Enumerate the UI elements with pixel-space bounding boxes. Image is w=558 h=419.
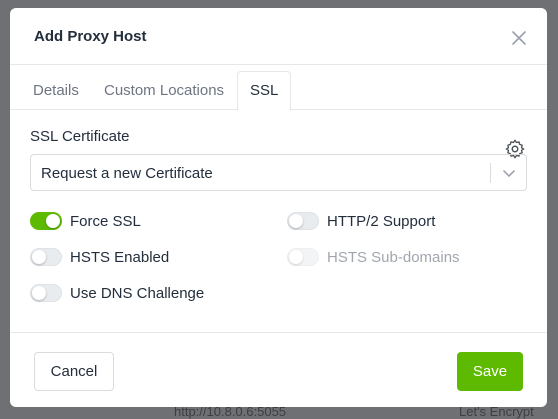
hsts-enabled-toggle[interactable]	[30, 248, 62, 266]
tab-ssl[interactable]: SSL	[237, 71, 292, 111]
hsts-subdomains-toggle[interactable]	[287, 248, 319, 266]
toggle-knob	[32, 286, 46, 300]
toggle-knob	[289, 250, 303, 264]
hsts-subdomains-label: HSTS Sub-domains	[327, 249, 460, 266]
force-ssl-label: Force SSL	[70, 213, 141, 230]
use-dns-challenge-label: Use DNS Challenge	[70, 285, 205, 302]
modal-title: Add Proxy Host	[34, 28, 147, 45]
add-proxy-host-modal: Add Proxy Host Details Custom Locations …	[10, 8, 547, 407]
http2-support-label: HTTP/2 Support	[327, 213, 436, 230]
modal-tabs: Details Custom Locations SSL	[10, 64, 547, 159]
cancel-button[interactable]: Cancel	[34, 352, 114, 391]
select-separator	[490, 163, 491, 183]
modal-footer: Cancel Save	[10, 332, 547, 407]
force-ssl-toggle[interactable]	[30, 212, 62, 230]
use-dns-challenge-toggle[interactable]	[30, 284, 62, 302]
save-button[interactable]: Save	[457, 352, 523, 391]
ssl-certificate-label: SSL Certificate	[30, 128, 130, 145]
close-icon[interactable]	[509, 28, 529, 48]
chevron-down-icon[interactable]	[501, 165, 517, 181]
ssl-certificate-select[interactable]: Request a new Certificate	[30, 154, 527, 191]
tab-custom-locations[interactable]: Custom Locations	[104, 64, 224, 109]
hsts-enabled-label: HSTS Enabled	[70, 249, 170, 266]
http2-support-toggle[interactable]	[287, 212, 319, 230]
tab-details[interactable]: Details	[33, 64, 79, 109]
modal-header: Add Proxy Host	[10, 8, 547, 65]
toggle-knob	[46, 214, 60, 228]
toggle-knob	[289, 214, 303, 228]
toggle-knob	[32, 250, 46, 264]
ssl-certificate-value: Request a new Certificate	[41, 165, 213, 182]
